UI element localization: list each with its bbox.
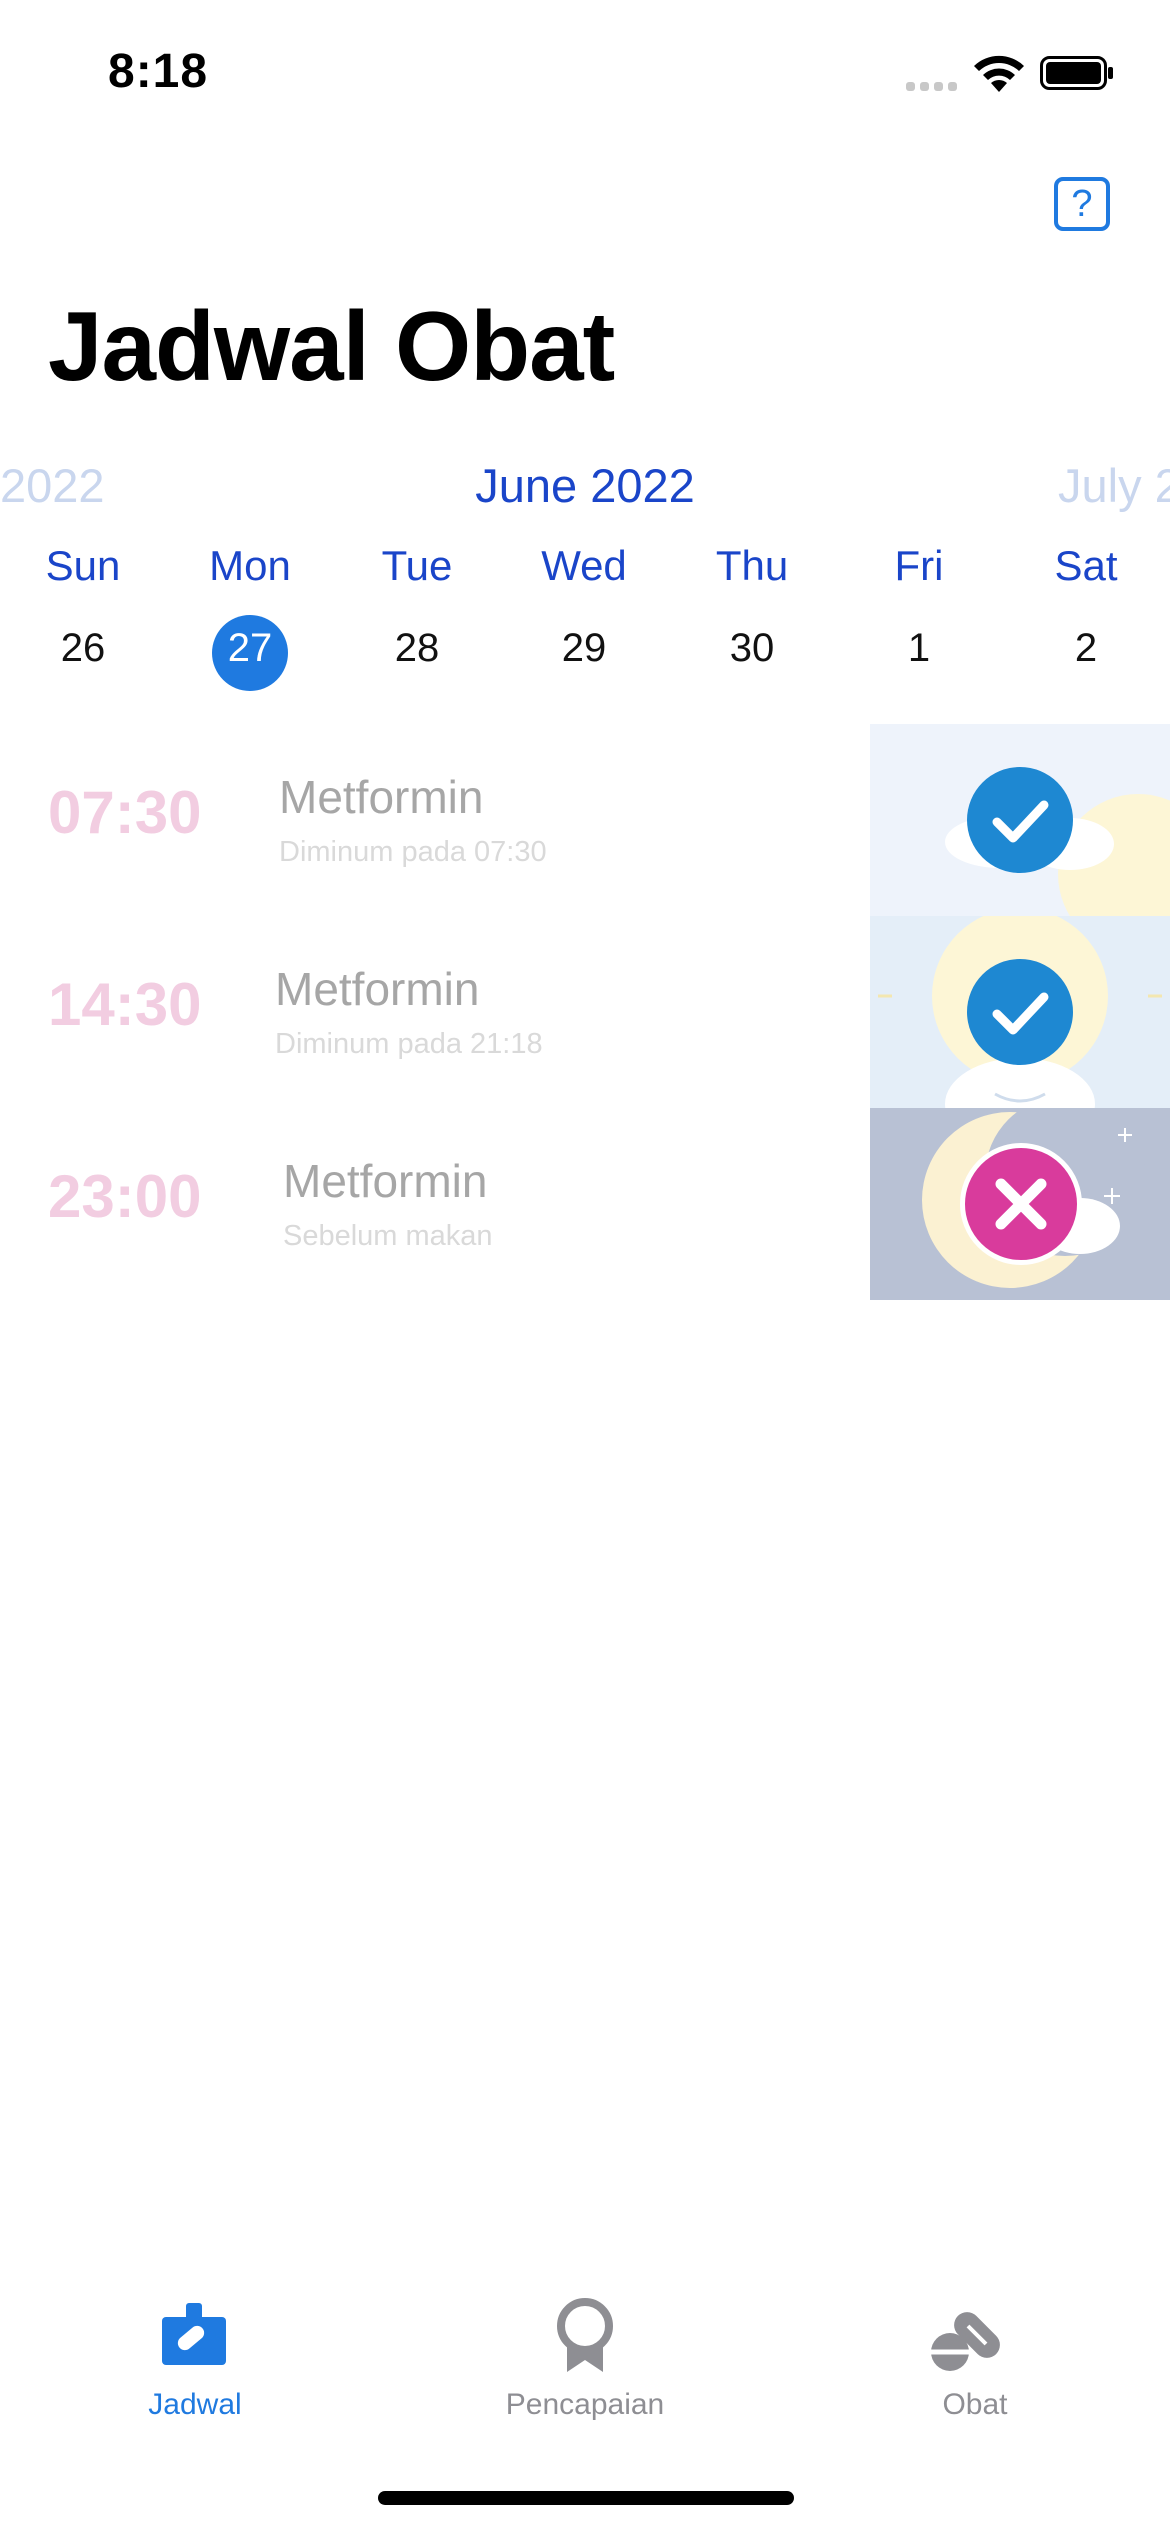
battery-icon xyxy=(1040,56,1113,90)
afternoon-scene xyxy=(870,916,1170,1108)
tab-obat[interactable] xyxy=(930,2302,1014,2377)
taken-check-button[interactable] xyxy=(967,959,1073,1065)
schedule-row[interactable]: 23:00 Metformin Sebelum makan xyxy=(0,1108,1170,1300)
weekday-fri: Fri xyxy=(894,542,944,589)
dose-note: Diminum pada 21:18 xyxy=(275,1028,543,1060)
cellular-signal-icon xyxy=(906,78,962,96)
medicine-name: Metformin xyxy=(275,963,480,1015)
help-button[interactable]: ? xyxy=(1054,177,1110,231)
weekday-sat: Sat xyxy=(1054,542,1118,589)
schedule-row[interactable]: 14:30 Metformin Diminum pada 21:18 xyxy=(0,916,1170,1108)
check-icon xyxy=(992,992,1049,1035)
status-time: 8:18 xyxy=(108,45,209,98)
day-27-selected[interactable]: 27 xyxy=(175,626,325,671)
tab-jadwal[interactable] xyxy=(162,2303,226,2370)
weekday-wed: Wed xyxy=(541,542,627,589)
dose-note: Sebelum makan xyxy=(283,1220,493,1252)
day-1[interactable]: 1 xyxy=(844,626,994,671)
tab-jadwal-label[interactable]: Jadwal xyxy=(45,2388,345,2422)
dose-time: 07:30 xyxy=(48,779,202,846)
tab-pencapaian-label[interactable]: Pencapaian xyxy=(435,2388,735,2422)
weekday-sun: Sun xyxy=(45,542,121,589)
morning-scene xyxy=(870,724,1170,916)
pills-icon xyxy=(930,2312,1000,2371)
dose-time: 23:00 xyxy=(48,1163,202,1230)
weekday-thu: Thu xyxy=(715,542,789,589)
day-30[interactable]: 30 xyxy=(677,626,827,671)
schedule-icon xyxy=(162,2303,226,2365)
weekday-mon: Mon xyxy=(209,542,291,589)
home-indicator xyxy=(378,2491,794,2505)
next-month-label[interactable]: July 2 xyxy=(1058,458,1170,513)
award-icon xyxy=(557,2298,613,2372)
taken-check-button[interactable] xyxy=(967,767,1073,873)
day-28[interactable]: 28 xyxy=(342,626,492,671)
day-26[interactable]: 26 xyxy=(8,626,158,671)
weekday-tue: Tue xyxy=(381,542,453,589)
day-29[interactable]: 29 xyxy=(509,626,659,671)
medicine-name: Metformin xyxy=(279,771,484,823)
dose-note: Diminum pada 07:30 xyxy=(279,836,547,868)
day-2[interactable]: 2 xyxy=(1011,626,1161,671)
x-icon xyxy=(995,1178,1047,1230)
tab-obat-label[interactable]: Obat xyxy=(825,2388,1125,2422)
wifi-icon xyxy=(968,52,1030,99)
tab-pencapaian[interactable] xyxy=(553,2298,617,2379)
medicine-name: Metformin xyxy=(283,1155,488,1207)
page-title: Jadwal Obat xyxy=(48,291,615,401)
current-month-label: June 2022 xyxy=(475,459,695,512)
dose-time: 14:30 xyxy=(48,971,202,1038)
check-icon xyxy=(992,800,1049,843)
night-scene xyxy=(870,1108,1170,1300)
missed-x-button[interactable] xyxy=(960,1143,1082,1265)
schedule-row[interactable]: 07:30 Metformin Diminum pada 07:30 xyxy=(0,724,1170,916)
